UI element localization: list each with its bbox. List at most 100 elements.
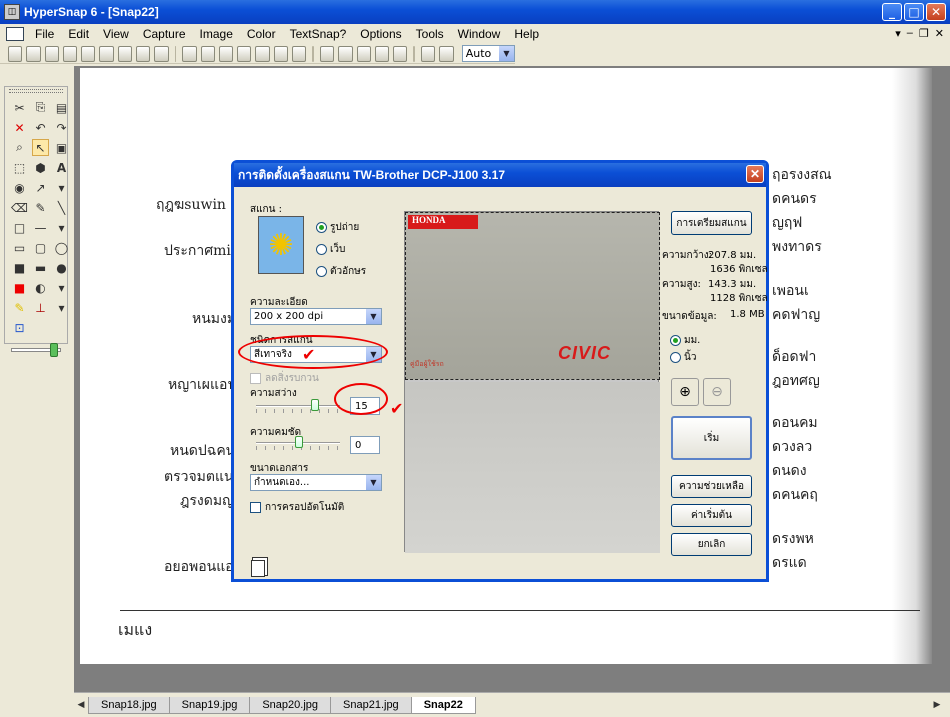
crop-icon[interactable]	[356, 45, 371, 62]
capture-button-icon[interactable]	[291, 45, 307, 62]
resize-tool-icon[interactable]: ⊡	[11, 319, 28, 336]
menu-edit[interactable]: Edit	[61, 27, 96, 41]
capture-full-icon[interactable]	[237, 45, 252, 62]
tab-scroll-right-icon[interactable]: ▶	[930, 700, 944, 710]
select-arrow-icon[interactable]: ↖	[32, 139, 49, 156]
zoom-icon[interactable]	[439, 45, 454, 62]
capture-icon[interactable]	[44, 45, 59, 62]
dropdown-icon[interactable]: ▾	[53, 299, 70, 316]
contrast-slider-thumb[interactable]	[295, 436, 303, 448]
menu-image[interactable]: Image	[193, 27, 240, 41]
tab-snap18[interactable]: Snap18.jpg	[88, 696, 170, 714]
menu-options[interactable]: Options	[353, 27, 408, 41]
menu-textsnap[interactable]: TextSnap?	[283, 27, 354, 41]
descreen-checkbox[interactable]: ลดสิ่งรบกวน	[250, 371, 319, 386]
zoom-select[interactable]: Auto ▼	[461, 45, 515, 62]
menu-tools[interactable]: Tools	[409, 27, 451, 41]
stamp-tool-icon[interactable]: ⊥	[32, 299, 49, 316]
zoom-out-button[interactable]: ⊖	[703, 378, 731, 406]
rounded-rect-icon[interactable]: ▢	[32, 239, 49, 256]
default-button[interactable]: ค่าเริ่มต้น	[671, 504, 752, 527]
open-icon[interactable]	[26, 45, 41, 62]
highlighter-icon[interactable]: ✎	[11, 299, 28, 316]
dropdown-icon[interactable]: ▾	[53, 179, 70, 196]
prescan-button[interactable]: การเตรียมสแกน	[671, 211, 752, 235]
redo-icon[interactable]: ↷	[53, 119, 70, 136]
start-button[interactable]: เริ่ม	[671, 416, 752, 460]
filled-rounded-icon[interactable]: ▬	[32, 259, 49, 276]
arrow-tool-icon[interactable]: ↗	[32, 179, 49, 196]
highlight-icon[interactable]	[393, 45, 408, 62]
settings-icon[interactable]	[200, 45, 215, 62]
tab-scroll-left-icon[interactable]: ◀	[74, 700, 88, 710]
mdi-minimize-icon[interactable]: –	[907, 27, 913, 40]
menu-view[interactable]: View	[96, 27, 136, 41]
document-window-icon[interactable]	[6, 27, 24, 41]
line-tool-icon[interactable]: ╲	[53, 199, 70, 216]
color-picker-icon[interactable]: ◐	[32, 279, 49, 296]
copy-icon[interactable]: ⎘	[32, 99, 49, 116]
radio-unit-mm[interactable]: มม.	[670, 333, 700, 348]
maximize-button[interactable]: □	[904, 3, 924, 21]
zoom-tool-icon[interactable]: ⌕	[11, 139, 28, 156]
save-icon[interactable]	[62, 45, 78, 62]
minimize-button[interactable]: _	[882, 3, 902, 21]
radio-photo[interactable]: รูปถ่าย	[316, 220, 359, 235]
mdi-close-icon[interactable]: ✕	[935, 27, 944, 40]
contrast-input[interactable]: 0	[350, 436, 380, 454]
undo-icon[interactable]: ↶	[32, 119, 49, 136]
capture-window-icon[interactable]	[182, 45, 197, 62]
mdi-restore-icon[interactable]: ▾	[895, 27, 901, 40]
copy-icon[interactable]	[117, 45, 132, 62]
delete-icon[interactable]: ✕	[11, 119, 28, 136]
paste-icon[interactable]: ▤	[53, 99, 70, 116]
resolution-select[interactable]: 200 x 200 dpi ▼	[250, 308, 382, 325]
marquee-icon[interactable]: ⬚	[11, 159, 28, 176]
filled-ellipse-icon[interactable]: ●	[53, 259, 70, 276]
scan-preview[interactable]: HONDA CIVIC คู่มือผู้ใช้รถ	[404, 211, 660, 553]
stamp-icon[interactable]: ⬢	[32, 159, 49, 176]
close-button[interactable]: ✕	[926, 3, 946, 21]
radio-web[interactable]: เว็บ	[316, 242, 345, 257]
dropdown-icon[interactable]: ▾	[53, 219, 70, 236]
tab-snap19[interactable]: Snap19.jpg	[168, 696, 251, 714]
menu-window[interactable]: Window	[451, 27, 508, 41]
cut-icon[interactable]: ✂	[11, 99, 28, 116]
tab-snap21[interactable]: Snap21.jpg	[330, 696, 412, 714]
print-icon[interactable]	[154, 45, 169, 62]
color-red-icon[interactable]: ■	[11, 279, 28, 296]
help-pointer-icon[interactable]	[421, 45, 436, 62]
save-all-icon[interactable]	[81, 45, 96, 62]
doc-size-select[interactable]: กำหนดเอง... ▼	[250, 474, 382, 491]
filled-rect-icon[interactable]: ■	[11, 259, 28, 276]
resize-icon[interactable]	[374, 45, 390, 62]
hypersnap-app-icon[interactable]: ◫	[4, 4, 20, 20]
capture-region-icon[interactable]	[218, 45, 234, 62]
fill-icon[interactable]: ◉	[11, 179, 28, 196]
cancel-button[interactable]: ยกเลิก	[671, 533, 752, 556]
tab-snap22[interactable]: Snap22	[410, 696, 476, 714]
text-tool-icon[interactable]: A	[53, 159, 70, 176]
chevron-down-icon[interactable]: ▼	[366, 475, 381, 490]
tab-snap20[interactable]: Snap20.jpg	[249, 696, 332, 714]
rotate-left-icon[interactable]	[320, 45, 335, 62]
menu-capture[interactable]: Capture	[136, 27, 193, 41]
scan-selection-area[interactable]: HONDA CIVIC คู่มือผู้ใช้รถ	[405, 212, 660, 380]
new-icon[interactable]	[8, 45, 23, 62]
chevron-down-icon[interactable]: ▼	[366, 309, 381, 324]
capture-scroll-icon[interactable]	[273, 45, 288, 62]
opacity-slider[interactable]	[11, 343, 61, 357]
slider-thumb[interactable]	[50, 343, 58, 357]
book-icon[interactable]	[135, 45, 151, 62]
chevron-down-icon[interactable]: ▼	[498, 46, 514, 61]
help-button[interactable]: ความช่วยเหลือ	[671, 475, 752, 498]
pencil-icon[interactable]: ✎	[32, 199, 49, 216]
brightness-slider-thumb[interactable]	[311, 399, 319, 411]
eraser-icon[interactable]: ⌫	[11, 199, 28, 216]
dropdown-icon[interactable]: ▾	[53, 279, 70, 296]
mdi-maximize-icon[interactable]: ❐	[919, 27, 929, 40]
radio-unit-inch[interactable]: นิ้ว	[670, 350, 696, 365]
brightness-slider-track[interactable]	[256, 405, 340, 407]
zoom-in-button[interactable]: ⊕	[671, 378, 699, 406]
palette-grip[interactable]	[9, 89, 63, 93]
